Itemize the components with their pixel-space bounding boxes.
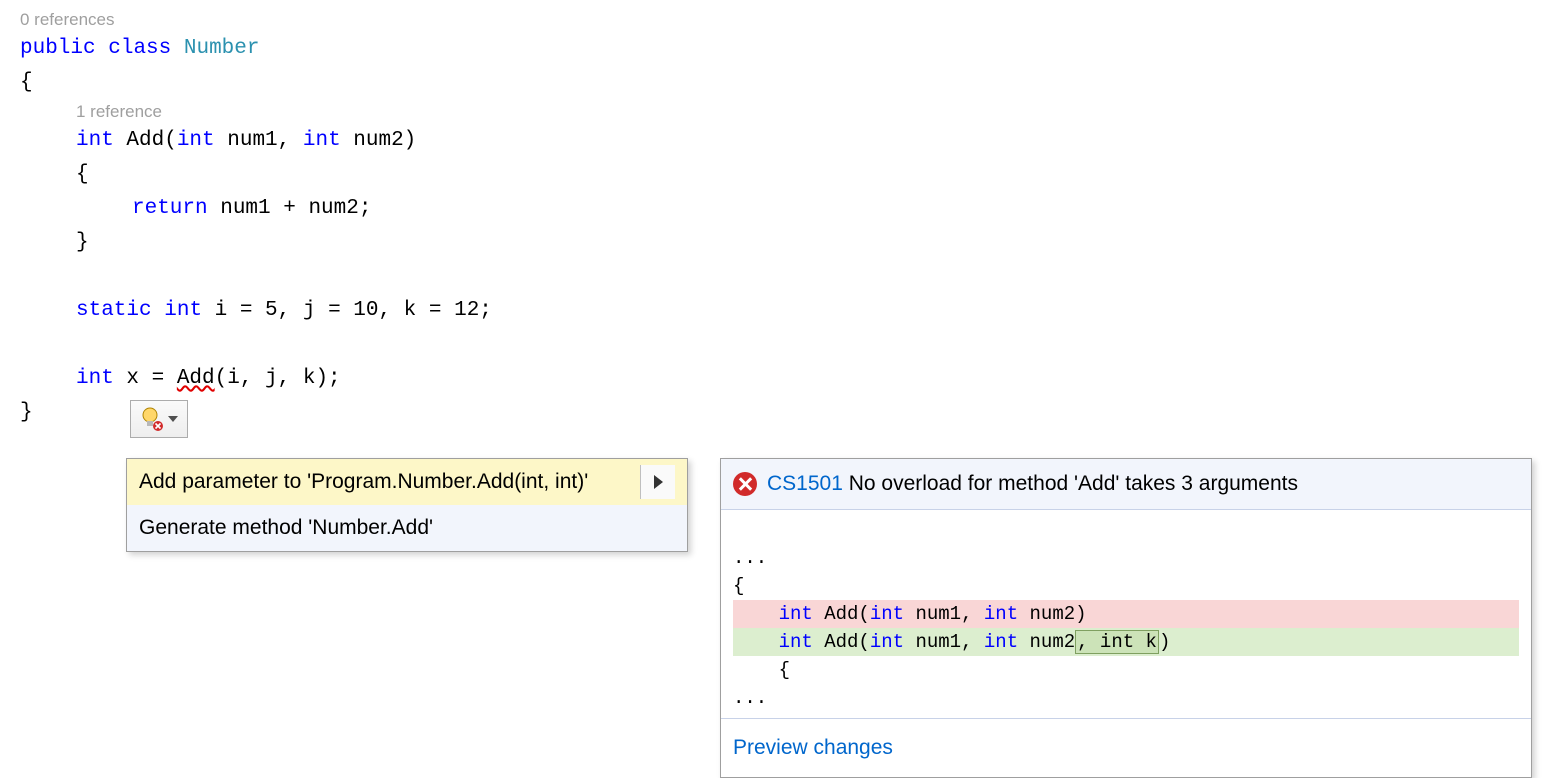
codelens-class[interactable]: 0 references (20, 8, 1541, 32)
code-line: { (20, 66, 1541, 100)
code-line: int x = Add(i, j, k); (20, 362, 1541, 396)
preview-panel: CS1501 No overload for method 'Add' take… (720, 458, 1532, 778)
code-line: return num1 + num2; (20, 192, 1541, 226)
error-icon (733, 472, 757, 496)
quick-action-generate-method[interactable]: Generate method 'Number.Add' (127, 505, 687, 551)
codelens-method[interactable]: 1 reference (20, 100, 1541, 124)
menu-item-label: Generate method 'Number.Add' (139, 511, 675, 545)
code-line: } (20, 396, 1541, 430)
quick-action-add-parameter[interactable]: Add parameter to 'Program.Number.Add(int… (127, 459, 687, 505)
preview-footer: Preview changes (721, 718, 1531, 777)
preview-header: CS1501 No overload for method 'Add' take… (721, 459, 1531, 510)
quick-actions-menu: Add parameter to 'Program.Number.Add(int… (126, 458, 688, 552)
diff-context: ... (733, 547, 767, 569)
error-message: No overload for method 'Add' takes 3 arg… (843, 472, 1298, 495)
chevron-right-icon (654, 475, 663, 489)
code-line: int Add(int num1, int num2) (20, 124, 1541, 158)
new-parameter: , int k (1075, 630, 1159, 654)
code-line: static int i = 5, j = 10, k = 12; (20, 294, 1541, 328)
code-line: { (20, 158, 1541, 192)
error-squiggle: Add (177, 367, 215, 390)
code-line: } (20, 226, 1541, 260)
chevron-down-icon (168, 416, 178, 422)
code-line: public class Number (20, 32, 1541, 66)
diff-context: { (779, 659, 790, 681)
preview-changes-link[interactable]: Preview changes (733, 736, 893, 759)
lightbulb-button[interactable] (130, 400, 188, 438)
blank-line (20, 328, 1541, 362)
diff-added-line: int Add(int num1, int num2, int k) (733, 628, 1519, 656)
diff-context: { (733, 575, 744, 597)
submenu-expand-button[interactable] (640, 465, 675, 499)
code-editor[interactable]: 0 references public class Number { 1 ref… (0, 0, 1561, 550)
diff-removed-line: int Add(int num1, int num2) (733, 600, 1519, 628)
diff-context: ... (733, 687, 767, 709)
blank-line (20, 260, 1541, 294)
error-code[interactable]: CS1501 (767, 472, 843, 495)
diff-preview: ... { int Add(int num1, int num2) int Ad… (721, 510, 1531, 718)
menu-item-label: Add parameter to 'Program.Number.Add(int… (139, 465, 640, 499)
lightbulb-icon (141, 407, 163, 431)
